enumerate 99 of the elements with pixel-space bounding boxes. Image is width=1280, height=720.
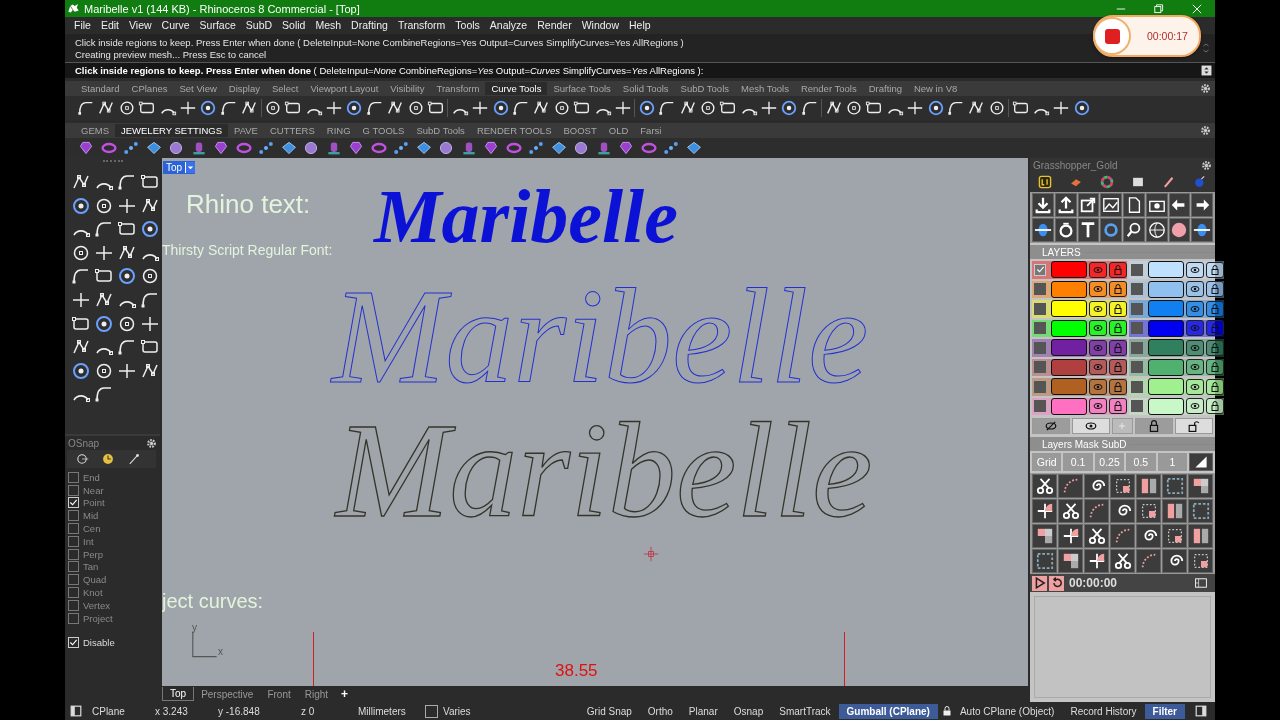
toolbar-tab[interactable]: RENDER TOOLS [470,124,558,137]
dimension-text: 38.55 [555,661,598,681]
menu-item[interactable]: Drafting [346,18,393,31]
viewport-text: Rhino text: [186,189,311,220]
recording-time: 00:00:17 [1147,30,1188,42]
menu-item[interactable]: SubD [240,18,278,31]
viewport-tab[interactable]: Right [297,687,336,701]
grid-button[interactable]: 1 [1157,453,1188,471]
checkbox-label: End [83,471,100,483]
coordinate-text: z 0 [301,705,316,717]
toolbar-tab[interactable]: BOOST [557,124,603,137]
history-line: Creating preview mesh... Press Esc to cancel [75,49,268,61]
status-text[interactable]: CPlane [92,705,155,717]
checkbox-label: Point [83,497,105,509]
viewport-text: ject curves: [162,590,264,613]
checkbox-label: Cen [83,523,101,535]
panel-title: Grasshopper_Gold [1033,159,1118,171]
toolbar-tab[interactable]: Transform [430,82,486,95]
checkbox-label: Perp [83,548,104,560]
toolbar-tab[interactable]: Set View [173,82,223,95]
checkbox-label: Project [83,612,113,624]
history-line: Click inside regions to keep. Press Enter when done ( DeleteInput=None CombineRegions=Yes Output=Curves SimplifyCurves=Yes AllRegions ) [75,37,685,49]
prompt-text: Click inside regions to keep. Press Enter when done ( DeleteInput=None CombineRegions=Yes Output=Curves SimplifyCurves=Yes AllRegions ): [75,65,705,76]
toolbar-tab[interactable]: CPlanes [125,82,174,95]
menu-item[interactable]: Transform [392,18,451,31]
toolbar-tab[interactable]: Mesh Tools [735,82,795,95]
command-prompt[interactable]: Click inside regions to keep. Press Enter when done ( DeleteInput=None CombineRegions=Yes Output=Curves SimplifyCurves=Yes AllRegions ): [65,62,1215,78]
viewport-tab[interactable]: Perspective [194,687,261,701]
menu-item[interactable]: File [69,18,96,31]
status-toggle[interactable]: Auto CPlane (Object) [951,703,1063,719]
toolbar-tab[interactable]: Solid Tools [616,82,675,95]
toolbar-tab[interactable]: Curve Tools [485,82,548,95]
toolbar-tab[interactable]: SubD Tools [410,124,471,137]
units-text[interactable]: Millimeters [358,705,425,717]
checkbox-label: Vertex [83,599,110,611]
toolbar-tab[interactable]: SubD Tools [674,82,735,95]
status-toggle[interactable]: SmartTrack [771,703,839,719]
status-toggle[interactable]: Grid Snap [578,703,640,719]
menu-item[interactable]: Solid [277,18,311,31]
outline-text: Maribelle [332,260,869,413]
menu-item[interactable]: Edit [95,18,124,31]
menu-item[interactable]: Surface [194,18,241,31]
checkbox-label: Mid [83,510,99,522]
viewport-tab[interactable]: Front [260,687,298,701]
toolbar-tab[interactable]: CUTTERS [263,124,321,137]
toolbar-tab[interactable]: Surface Tools [547,82,617,95]
toolbar-tab[interactable]: Viewport Layout [304,82,385,95]
toolbar-tab[interactable]: Visibility [384,82,431,95]
status-toggle[interactable]: Osnap [725,703,772,719]
layer-text[interactable]: Varies [443,705,471,717]
checkbox-label: Int [83,535,94,547]
checkbox-label: Disable [83,637,115,649]
section-header[interactable]: LAYERS [1042,246,1081,258]
toolbar-tab[interactable]: GEMS [75,124,115,137]
viewport-text: Thirsty Script Regular Font: [162,242,333,258]
script-text: Maribelle [374,173,678,260]
toolbar-tab[interactable]: RING [320,124,357,137]
toolbar-tab[interactable]: Display [222,82,266,95]
menu-item[interactable]: Tools [450,18,485,31]
grid-button[interactable]: 0.1 [1063,453,1093,471]
menu-item[interactable]: Curve [156,18,195,31]
toolbar-tab[interactable]: Render Tools [794,82,863,95]
toolbar-tab[interactable]: G TOOLS [356,124,411,137]
status-toggle[interactable]: Gumball (CPlane) [838,703,938,719]
status-toggle[interactable]: Record History [1062,703,1145,719]
checkbox-label: Near [83,484,104,496]
toolbar-tab[interactable]: PAVE [228,124,264,137]
axis-label: x [218,646,223,657]
menu-item[interactable]: Help [624,18,656,31]
grid-button[interactable]: 0.25 [1094,453,1125,471]
panel-title: OSnap [68,437,100,449]
toolbar-tab[interactable]: Farsi [634,124,668,137]
viewport-label[interactable]: Top [163,161,196,174]
toolbar-tab[interactable]: Drafting [862,82,908,95]
checkbox-label: Quad [83,574,107,586]
toolbar-tab[interactable]: JEWELERY SETTINGS [115,124,228,137]
axis-label: y [192,622,197,633]
grid-button[interactable]: Grid [1032,453,1062,471]
window-title: Maribelle v1 (144 KB) - Rhinoceros 8 Commercial - [Top] [84,2,360,15]
status-toggle[interactable]: Planar [680,703,726,719]
toolbar-tab[interactable]: Select [265,82,305,95]
checkbox-label: Knot [83,587,103,599]
menu-item[interactable]: Analyze [484,18,533,31]
viewport-tab[interactable]: Top [162,687,195,701]
coordinate-text: y -16.848 [218,705,261,717]
toolbar-tab[interactable]: OLD [602,124,635,137]
coordinate-text: x 3.243 [155,705,189,717]
menu-item[interactable]: Mesh [310,18,347,31]
toolbar-tab[interactable]: New in V8 [907,82,964,95]
status-toggle[interactable]: Filter [1144,703,1185,719]
grid-button[interactable]: 0.5 [1126,453,1156,471]
add-tab-button[interactable]: + [335,687,355,701]
status-toggle[interactable]: Ortho [639,703,681,719]
menu-item[interactable]: View [124,18,157,31]
menu-item[interactable]: Window [576,18,624,31]
timer-text: 00:00:00 [1069,576,1118,590]
menu-item[interactable]: Render [532,18,577,31]
checkbox-label: Tan [83,561,99,573]
toolbar-tab[interactable]: Standard [75,82,126,95]
